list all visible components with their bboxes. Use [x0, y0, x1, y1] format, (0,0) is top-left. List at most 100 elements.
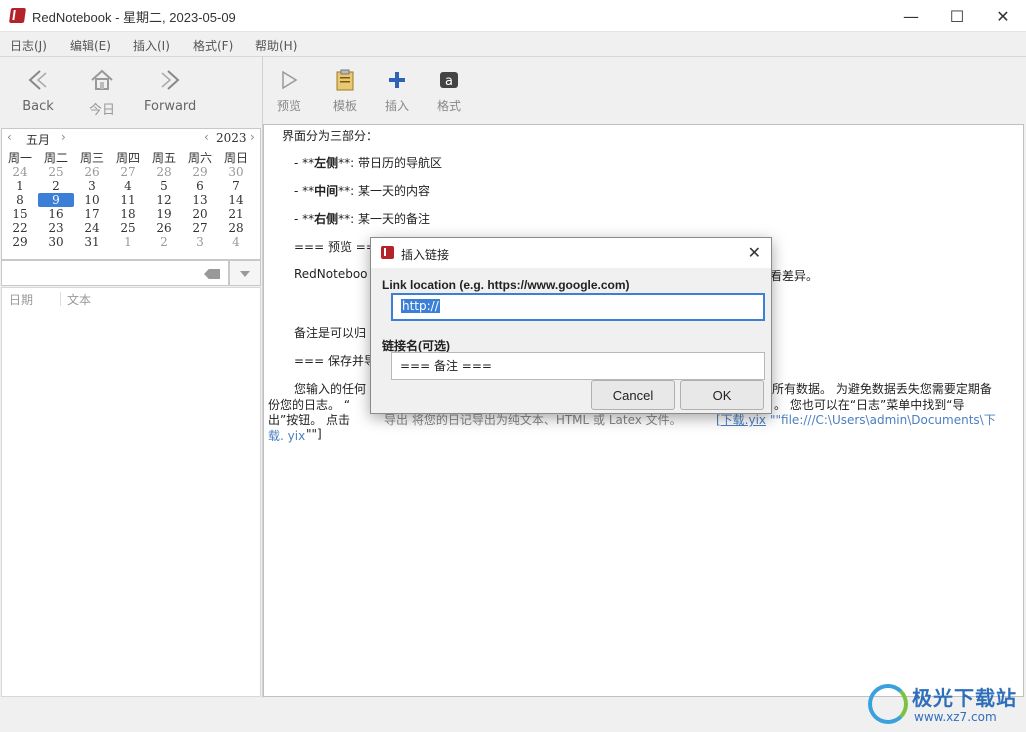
- editor-link-path[interactable]: 载. yix: [268, 427, 305, 444]
- editor-line: - **左侧**: 带日历的导航区: [294, 156, 443, 170]
- calendar-day[interactable]: 26: [146, 221, 182, 235]
- menu-help[interactable]: 帮助(H): [255, 37, 297, 54]
- cancel-button[interactable]: Cancel: [591, 380, 675, 410]
- editor-line: 您输入的任何: [294, 382, 367, 396]
- today-button[interactable]: 今日: [84, 67, 120, 118]
- calendar-day[interactable]: 4: [218, 235, 254, 249]
- search-results: 日期 文本: [1, 287, 261, 697]
- calendar-day[interactable]: 29: [2, 235, 38, 249]
- calendar-day[interactable]: 5: [146, 179, 182, 193]
- calendar-day[interactable]: 31: [74, 235, 110, 249]
- calendar-day[interactable]: 27: [110, 165, 146, 179]
- template-button[interactable]: 模板: [331, 69, 359, 114]
- calendar-day[interactable]: 6: [182, 179, 218, 193]
- prev-month-icon[interactable]: ‹: [7, 130, 12, 144]
- calendar-day[interactable]: 27: [182, 221, 218, 235]
- back-label: Back: [22, 99, 54, 114]
- prev-year-icon[interactable]: ‹: [204, 130, 209, 144]
- watermark-url: www.xz7.com: [914, 710, 997, 724]
- calendar-day[interactable]: 18: [110, 207, 146, 221]
- calendar-day[interactable]: 1: [110, 235, 146, 249]
- calendar-month: 五月: [26, 133, 51, 147]
- calendar-day[interactable]: 11: [110, 193, 146, 207]
- weekday-label: 周五: [151, 151, 176, 165]
- calendar-day[interactable]: 17: [74, 207, 110, 221]
- calendar-day[interactable]: 8: [2, 193, 38, 207]
- calendar-day[interactable]: 30: [218, 165, 254, 179]
- preview-label: 预览: [276, 99, 301, 113]
- format-button[interactable]: a 格式: [435, 69, 463, 114]
- calendar-day[interactable]: 1: [2, 179, 38, 193]
- link-location-input[interactable]: http://: [391, 293, 765, 321]
- calendar-day[interactable]: 29: [182, 165, 218, 179]
- calendar-day[interactable]: 4: [110, 179, 146, 193]
- close-button[interactable]: ✕: [980, 0, 1026, 32]
- editor-link-path[interactable]: ""file:///C:\Users\admin\Documents\下: [770, 411, 996, 428]
- menu-insert[interactable]: 插入(I): [133, 37, 170, 54]
- calendar-day[interactable]: 28: [146, 165, 182, 179]
- column-text[interactable]: 文本: [67, 291, 91, 308]
- ok-button[interactable]: OK: [680, 380, 764, 410]
- calendar-day[interactable]: 24: [74, 221, 110, 235]
- preview-button[interactable]: 预览: [275, 69, 303, 114]
- back-arrow-icon: [28, 70, 47, 90]
- calendar-week: 24 25 26 27 28 29 30: [2, 165, 260, 179]
- chevron-down-icon: [240, 271, 250, 277]
- maximize-button[interactable]: ☐: [934, 0, 980, 32]
- menu-journal[interactable]: 日志(J): [10, 37, 47, 54]
- calendar-week: 22 23 24 25 26 27 28: [2, 221, 260, 235]
- calendar-day[interactable]: 2: [38, 179, 74, 193]
- menu-bar: 日志(J) 编辑(E) 插入(I) 格式(F) 帮助(H): [0, 32, 1026, 56]
- calendar-day[interactable]: 26: [74, 165, 110, 179]
- calendar-day[interactable]: 3: [74, 179, 110, 193]
- calendar-day[interactable]: 7: [218, 179, 254, 193]
- calendar: ‹ 五月 › ‹ 2023 › 周一 周二 周三 周四 周五 周六 周日 24 25 26 27 28…: [1, 128, 261, 260]
- calendar-day[interactable]: 2: [146, 235, 182, 249]
- forward-button[interactable]: Forward: [144, 67, 196, 114]
- calendar-day[interactable]: 10: [74, 193, 110, 207]
- calendar-day[interactable]: 22: [2, 221, 38, 235]
- insert-label: 插入: [384, 99, 409, 113]
- calendar-day[interactable]: 14: [218, 193, 254, 207]
- calendar-day[interactable]: 30: [38, 235, 74, 249]
- calendar-day[interactable]: 21: [218, 207, 254, 221]
- search-input[interactable]: [1, 260, 229, 286]
- calendar-day[interactable]: 25: [38, 165, 74, 179]
- plus-icon: [389, 72, 405, 88]
- weekday-label: 周四: [115, 151, 140, 165]
- calendar-grid: 周一 周二 周三 周四 周五 周六 周日 24 25 26 27 28 29 30 1 2 3 4 5 6 7 8 9 10 1…: [2, 151, 260, 249]
- clear-search-icon[interactable]: [204, 269, 220, 279]
- calendar-day[interactable]: 25: [110, 221, 146, 235]
- navigation-toolbar: Back 今日 Forward: [0, 56, 262, 126]
- next-year-icon[interactable]: ›: [250, 130, 255, 144]
- weekday-label: 周三: [79, 151, 104, 165]
- next-month-icon[interactable]: ›: [61, 130, 66, 144]
- calendar-week: 1234567: [2, 179, 260, 193]
- editor-toolbar: 预览 模板 插入 a 格式: [263, 56, 1026, 124]
- link-location-value: http://: [401, 299, 440, 313]
- calendar-day[interactable]: 19: [146, 207, 182, 221]
- menu-format[interactable]: 格式(F): [193, 37, 233, 54]
- calendar-day[interactable]: 24: [2, 165, 38, 179]
- today-label: 今日: [88, 103, 115, 118]
- calendar-day[interactable]: 16: [38, 207, 74, 221]
- calendar-day[interactable]: 20: [182, 207, 218, 221]
- back-button[interactable]: Back: [20, 67, 56, 114]
- minimize-button[interactable]: —: [888, 0, 934, 32]
- editor-line: 看差异。: [770, 269, 819, 283]
- menu-edit[interactable]: 编辑(E): [70, 37, 111, 54]
- calendar-day[interactable]: 13: [182, 193, 218, 207]
- link-name-input[interactable]: === 备注 ===: [391, 352, 765, 380]
- calendar-day[interactable]: 28: [218, 221, 254, 235]
- search-dropdown-button[interactable]: [229, 260, 261, 286]
- calendar-day[interactable]: 9: [38, 193, 74, 207]
- calendar-day[interactable]: 3: [182, 235, 218, 249]
- calendar-day[interactable]: 15: [2, 207, 38, 221]
- dialog-close-button[interactable]: ✕: [748, 243, 761, 262]
- calendar-day[interactable]: 23: [38, 221, 74, 235]
- editor-line: RedNoteboo: [294, 267, 368, 281]
- column-date[interactable]: 日期: [9, 291, 33, 308]
- insert-button[interactable]: 插入: [383, 69, 411, 114]
- clipboard-icon: [336, 69, 354, 91]
- calendar-day[interactable]: 12: [146, 193, 182, 207]
